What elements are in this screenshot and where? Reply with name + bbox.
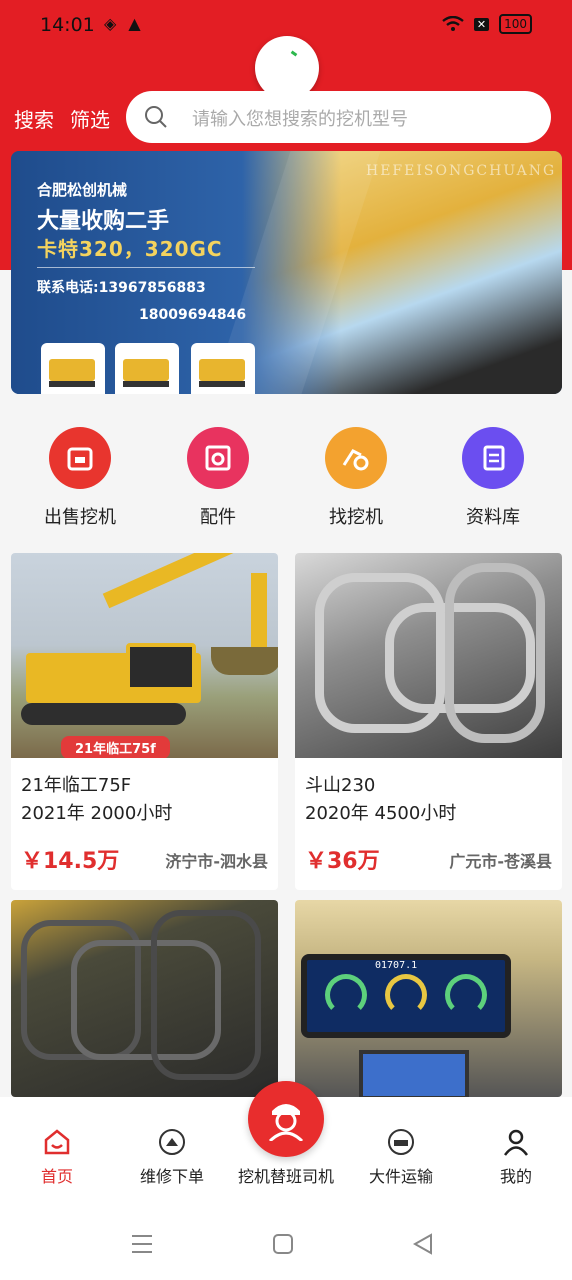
- category-sell-excavator[interactable]: 出售挖机: [20, 427, 140, 529]
- nav-transport[interactable]: 大件运输: [346, 1127, 456, 1187]
- category-library[interactable]: 资料库: [433, 427, 553, 529]
- home-square-icon[interactable]: [272, 1233, 294, 1255]
- category-label: 配件: [200, 507, 236, 528]
- search-input[interactable]: 请输入您想搜索的挖机型号: [126, 91, 551, 143]
- nav-transport-label: 大件运输: [368, 1167, 433, 1186]
- monitor-reading: 01707.1: [375, 960, 418, 971]
- sim-off-icon: ✕: [473, 17, 490, 31]
- promo-banner[interactable]: HEFEISONGCHUANG 合肥松创机械 大量收购二手 卡特320，320G…: [11, 151, 562, 394]
- listing-price: ￥36万: [305, 849, 380, 874]
- status-time: 14:01: [40, 14, 95, 36]
- category-label: 找挖机: [329, 507, 383, 528]
- listing-card[interactable]: [11, 900, 278, 1097]
- listing-price: ￥14.5万: [21, 849, 120, 874]
- category-grid: 出售挖机 配件 找挖机 资料库: [0, 395, 572, 535]
- banner-phone-1: 联系电话:13967856883: [37, 280, 206, 296]
- wifi-icon: [442, 16, 464, 31]
- banner-phone-2: 18009694846: [139, 307, 247, 323]
- menu-icon[interactable]: [130, 1233, 154, 1255]
- transport-icon: [388, 1129, 414, 1155]
- nav-repair[interactable]: 维修下单: [117, 1127, 227, 1187]
- alert-icon: ▲: [128, 14, 141, 33]
- listing-location: 济宁市-泗水县: [165, 852, 268, 871]
- category-label: 出售挖机: [44, 507, 116, 528]
- filter-button[interactable]: 筛选: [70, 104, 110, 133]
- location-icon: ◈: [104, 14, 117, 33]
- parts-icon: [187, 427, 249, 489]
- listing-specs: 2021年 2000小时: [21, 803, 173, 824]
- nav-driver-label: 挖机替班司机: [237, 1167, 334, 1186]
- banner-headline: 大量收购二手: [37, 209, 170, 234]
- listing-card[interactable]: 斗山230 2020年 4500小时 ￥36万 广元市-苍溪县: [295, 553, 562, 890]
- listing-title: 斗山230: [305, 775, 376, 796]
- listing-image: 01707.1: [295, 900, 562, 1097]
- home-icon: [44, 1129, 70, 1155]
- listing-specs: 2020年 4500小时: [305, 803, 457, 824]
- repair-icon: [159, 1129, 185, 1155]
- nav-mine[interactable]: 我的: [461, 1127, 571, 1187]
- listing-card[interactable]: 21年临工75f 21年临工75F 2021年 2000小时 ￥14.5万 济宁…: [11, 553, 278, 890]
- listing-image: 21年临工75f: [11, 553, 278, 758]
- category-find-excavator[interactable]: 找挖机: [296, 427, 416, 529]
- banner-company: 合肥松创机械: [37, 181, 128, 199]
- search-button[interactable]: 搜索: [14, 104, 54, 133]
- sell-icon: [49, 427, 111, 489]
- find-excavator-icon: [325, 427, 387, 489]
- banner-thumb: [41, 343, 105, 394]
- category-label: 资料库: [466, 507, 520, 528]
- listing-image: [295, 553, 562, 758]
- listing-title: 21年临工75F: [21, 775, 132, 796]
- driver-icon: [268, 1104, 304, 1141]
- category-parts[interactable]: 配件: [158, 427, 278, 529]
- listing-location: 广元市-苍溪县: [449, 852, 552, 871]
- nav-home[interactable]: 首页: [2, 1127, 112, 1187]
- image-caption: 21年临工75f: [61, 736, 170, 758]
- machine-monitor: 01707.1: [301, 954, 511, 1038]
- nav-repair-label: 维修下单: [139, 1167, 204, 1186]
- user-icon: [503, 1129, 529, 1156]
- banner-divider: [37, 267, 255, 268]
- nav-home-label: 首页: [40, 1167, 73, 1186]
- banner-thumb: [115, 343, 179, 394]
- listing-card[interactable]: 01707.1: [295, 900, 562, 1097]
- listing-image: [11, 900, 278, 1097]
- bottom-nav: 首页 维修下单 挖机替班司机 大件运输 我的: [0, 1081, 572, 1207]
- banner-thumb: [191, 343, 255, 394]
- nav-driver-button[interactable]: [248, 1081, 324, 1157]
- system-nav-bar: [0, 1207, 572, 1280]
- battery-indicator: 100: [499, 14, 532, 34]
- back-icon[interactable]: [412, 1233, 434, 1255]
- banner-models: 卡特320，320GC: [37, 237, 223, 261]
- search-icon: [145, 106, 167, 128]
- banner-brand: HEFEISONGCHUANG: [366, 163, 557, 179]
- search-placeholder: 请输入您想搜索的挖机型号: [192, 109, 408, 130]
- library-icon: [462, 427, 524, 489]
- nav-mine-label: 我的: [499, 1167, 532, 1186]
